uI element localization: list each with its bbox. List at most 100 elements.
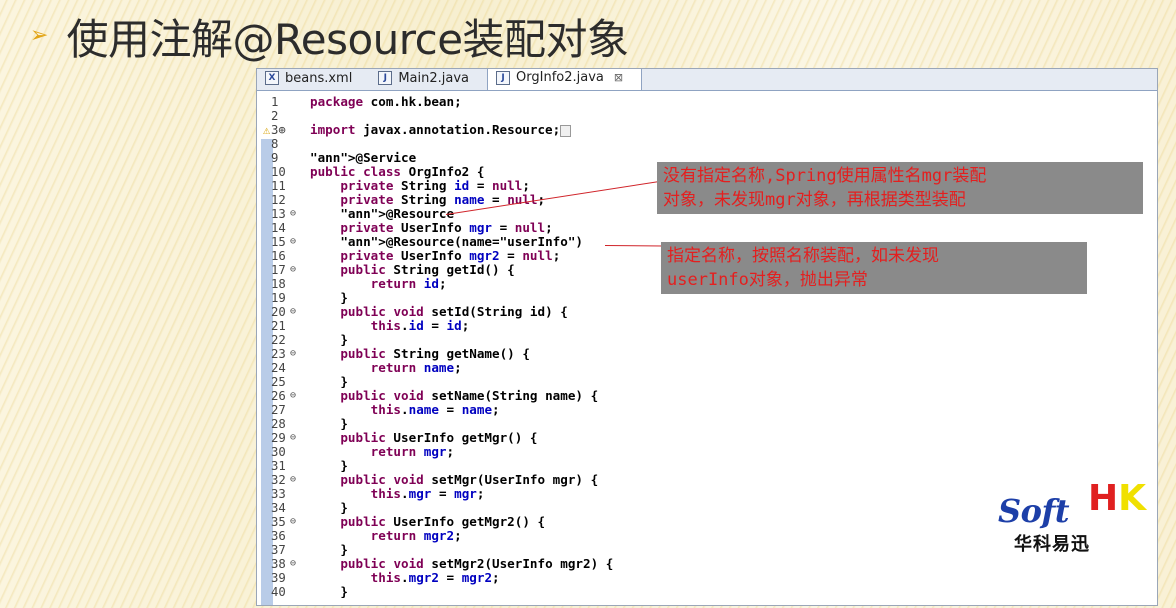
fold-toggle-icon[interactable]: ⊖	[290, 431, 296, 445]
line-number: 14	[271, 221, 286, 235]
editor-tabbar: X beans.xml J Main2.java J OrgInfo2.java…	[257, 69, 1157, 91]
line-number: 9	[271, 151, 279, 165]
tab-orginfo2-java[interactable]: J OrgInfo2.java ⊠	[487, 69, 643, 90]
code-text: public void setName(String name) {	[340, 388, 599, 403]
code-text: public UserInfo getMgr() {	[340, 430, 538, 445]
code-text: private UserInfo mgr = null;	[340, 220, 553, 235]
code-text: public void setId(String id) {	[340, 304, 568, 319]
code-text: this.mgr = mgr;	[370, 486, 485, 501]
code-line[interactable]: 38 ⊖ public void setMgr2(UserInfo mgr2) {	[257, 557, 1157, 572]
code-line[interactable]: 39 this.mgr2 = mgr2;	[257, 571, 1157, 586]
logo-chinese-text: 华科易迅	[1014, 534, 1090, 555]
code-text: private String id = null;	[340, 178, 530, 193]
code-text: }	[310, 458, 348, 473]
warning-marker-icon[interactable]: ⚠	[263, 123, 270, 137]
fold-toggle-icon[interactable]: ⊖	[290, 557, 296, 571]
line-number: 40	[271, 585, 286, 599]
code-line[interactable]: 2	[257, 109, 1157, 123]
code-text: return mgr;	[370, 444, 455, 459]
code-line[interactable]: 22 }	[257, 332, 1157, 348]
fold-toggle-icon[interactable]: ⊖	[290, 515, 296, 529]
line-number: 1	[271, 95, 279, 109]
line-number: 31	[271, 459, 286, 473]
line-number: 8	[271, 137, 279, 151]
line-number: 37	[271, 543, 286, 557]
fold-toggle-icon[interactable]: ⊖	[290, 235, 296, 249]
code-text: private UserInfo mgr2 = null;	[340, 248, 561, 263]
code-text: return name;	[370, 360, 462, 375]
code-line[interactable]: 27 this.name = name;	[257, 402, 1157, 418]
line-number: 11	[271, 179, 286, 193]
code-line[interactable]: ⚠ 3⊕ import javax.annotation.Resource;	[257, 123, 1157, 137]
code-text: "ann">@Resource	[340, 206, 455, 221]
fold-toggle-icon[interactable]: ⊖	[290, 347, 296, 361]
code-text: }	[310, 332, 348, 347]
code-text: }	[310, 584, 348, 599]
tab-label: OrgInfo2.java	[516, 70, 604, 85]
logo-soft-text: Soft	[998, 492, 1070, 530]
tab-main2-java[interactable]: J Main2.java	[370, 69, 487, 90]
line-number: 39	[271, 571, 286, 585]
code-line[interactable]: 31 }	[257, 458, 1157, 474]
code-text: "ann">@Service	[310, 150, 417, 165]
collapsed-imports-icon[interactable]	[560, 124, 572, 137]
code-line[interactable]: 21 this.id = id;	[257, 318, 1157, 334]
line-number: 25	[271, 375, 286, 389]
code-line[interactable]: 26 ⊖ public void setName(String name) {	[257, 388, 1157, 404]
code-line[interactable]: 25 }	[257, 375, 1157, 390]
code-text: public UserInfo getMgr2() {	[340, 514, 546, 529]
code-text: "ann">@Resource(name="userInfo")	[340, 234, 583, 249]
java-file-icon: J	[378, 71, 393, 85]
fold-toggle-icon[interactable]: ⊖	[290, 263, 296, 277]
fold-toggle-icon[interactable]: ⊖	[290, 389, 296, 403]
line-number: 21	[271, 319, 286, 333]
fold-toggle-icon[interactable]: ⊖	[290, 305, 296, 319]
logo-hk-text: HK	[1088, 478, 1146, 519]
logo-k: K	[1118, 478, 1147, 519]
code-line[interactable]: 14 private UserInfo mgr = null;	[257, 220, 1157, 236]
xml-file-icon: X	[265, 71, 279, 85]
code-line[interactable]: 29 ⊖ public UserInfo getMgr() {	[257, 430, 1157, 446]
code-text: package com.hk.bean;	[310, 94, 462, 109]
line-number: 3⊕	[271, 123, 286, 137]
line-number: 30	[271, 445, 286, 459]
line-number: 19	[271, 291, 286, 305]
close-tab-icon[interactable]: ⊠	[614, 71, 623, 84]
code-line[interactable]: 1 package com.hk.bean;	[257, 94, 1157, 110]
line-number: 36	[271, 529, 286, 543]
line-number: 18	[271, 277, 286, 291]
callout-line: 对象，未发现mgr对象，再根据类型装配	[663, 190, 966, 210]
code-line[interactable]: 20 ⊖ public void setId(String id) {	[257, 304, 1157, 320]
code-line[interactable]: 8	[257, 137, 1157, 151]
softhk-logo: Soft HK 华科易迅	[998, 478, 1150, 555]
code-text: }	[310, 500, 348, 515]
callout-resource-named: 指定名称，按照名称装配，如未发现 userInfo对象，抛出异常	[661, 242, 1087, 294]
line-number: 2	[271, 109, 279, 123]
line-number: 12	[271, 193, 286, 207]
code-line[interactable]: 23 ⊖ public String getName() {	[257, 346, 1157, 362]
code-text: public String getId() {	[340, 262, 515, 277]
tab-label: beans.xml	[285, 70, 353, 86]
code-text: this.id = id;	[370, 318, 470, 333]
code-text: this.name = name;	[370, 402, 500, 417]
fold-toggle-icon[interactable]: ⊖	[290, 473, 296, 487]
code-text: public String getName() {	[340, 346, 530, 361]
code-text: }	[310, 290, 348, 305]
code-text: public class OrgInfo2 {	[310, 164, 485, 179]
fold-toggle-icon[interactable]: ⊖	[290, 207, 296, 221]
code-line[interactable]: 24 return name;	[257, 360, 1157, 376]
slide-title-text: 使用注解@Resource装配对象	[66, 14, 629, 64]
callout-line: 没有指定名称,Spring使用属性名mgr装配	[663, 166, 987, 186]
slide-title: ➢ 使用注解@Resource装配对象	[30, 6, 629, 66]
tab-beans-xml[interactable]: X beans.xml	[257, 69, 370, 90]
code-line[interactable]: 30 return mgr;	[257, 444, 1157, 460]
line-number: 10	[271, 165, 286, 179]
code-line[interactable]: 40 }	[257, 584, 1157, 600]
code-text: public void setMgr(UserInfo mgr) {	[340, 472, 599, 487]
logo-h: H	[1088, 478, 1119, 519]
callout-line: 指定名称，按照名称装配，如未发现	[667, 246, 939, 266]
callout-line: userInfo对象，抛出异常	[667, 270, 868, 290]
code-text: import javax.annotation.Resource;	[310, 123, 572, 137]
code-line[interactable]: 28 }	[257, 417, 1157, 432]
line-number: 27	[271, 403, 286, 417]
